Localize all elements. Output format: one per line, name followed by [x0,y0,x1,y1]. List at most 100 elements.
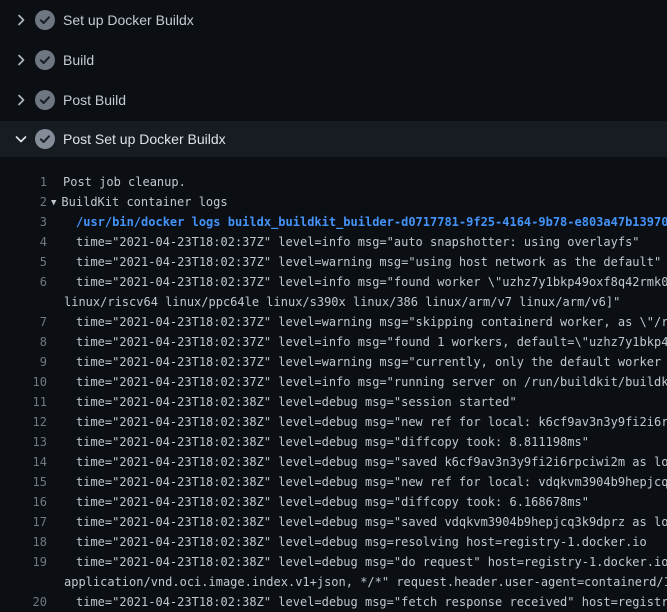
log-line-message: BuildKit container logs [61,195,227,209]
log-line-text: time="2021-04-23T18:02:37Z" level=info m… [47,272,667,292]
log-line-number[interactable]: 17 [0,512,47,532]
log-line-message: time="2021-04-23T18:02:38Z" level=debug … [76,475,667,489]
log-line-text: time="2021-04-23T18:02:38Z" level=debug … [47,452,667,472]
chevron-right-icon [13,92,29,108]
log-line: 11 time="2021-04-23T18:02:38Z" level=deb… [0,392,667,412]
step-label: Build [63,52,94,68]
log-line-text: time="2021-04-23T18:02:37Z" level=info m… [47,232,640,252]
check-circle-icon [35,50,55,70]
log-line-message: time="2021-04-23T18:02:38Z" level=debug … [76,535,647,549]
log-line-text: time="2021-04-23T18:02:37Z" level=info m… [47,372,667,392]
log-line-message: time="2021-04-23T18:02:37Z" level=warnin… [76,255,661,269]
log-line-number[interactable]: 11 [0,392,47,412]
log-line-number[interactable]: 9 [0,352,47,372]
log-line: 16 time="2021-04-23T18:02:38Z" level=deb… [0,492,667,512]
log-line-text: time="2021-04-23T18:02:38Z" level=debug … [47,412,667,432]
group-collapse-triangle-icon[interactable]: ▼ [51,193,56,213]
steps-list: Set up Docker Buildx Build Post Build Po… [0,0,667,157]
log-line-number[interactable]: 15 [0,472,47,492]
step-row-set-up-docker-buildx[interactable]: Set up Docker Buildx [0,0,667,40]
log-line: 9 time="2021-04-23T18:02:37Z" level=warn… [0,352,667,372]
step-row-build[interactable]: Build [0,40,667,80]
log-line-message: /usr/bin/docker logs buildx_buildkit_bui… [76,215,667,229]
log-line-message: time="2021-04-23T18:02:38Z" level=debug … [76,395,517,409]
log-line-text: time="2021-04-23T18:02:38Z" level=debug … [47,492,589,512]
log-line-text: ▼ BuildKit container logs [47,192,228,212]
log-line-text: time="2021-04-23T18:02:37Z" level=warnin… [47,312,667,332]
log-line-message: time="2021-04-23T18:02:37Z" level=info m… [76,335,667,349]
log-line-number[interactable]: 18 [0,532,47,552]
log-line-message: application/vnd.oci.image.index.v1+json,… [64,575,667,589]
log-line: 6 time="2021-04-23T18:02:37Z" level=info… [0,272,667,292]
log-line-message: time="2021-04-23T18:02:37Z" level=warnin… [76,355,667,369]
log-line: application/vnd.oci.image.index.v1+json,… [0,572,667,592]
log-line-message: time="2021-04-23T18:02:37Z" level=info m… [76,275,667,289]
chevron-down-icon [13,131,29,147]
log-line: 20 time="2021-04-23T18:02:38Z" level=deb… [0,592,667,612]
log-line-message: time="2021-04-23T18:02:37Z" level=info m… [76,375,667,389]
log-line-message: linux/riscv64 linux/ppc64le linux/s390x … [64,295,620,309]
log-line-number[interactable] [0,292,47,312]
log-line-number[interactable]: 16 [0,492,47,512]
log-line-message: time="2021-04-23T18:02:38Z" level=debug … [76,415,667,429]
check-circle-icon [35,129,55,149]
log-line: 8 time="2021-04-23T18:02:37Z" level=info… [0,332,667,352]
log-line-message: time="2021-04-23T18:02:38Z" level=debug … [76,495,589,509]
log-line-text: time="2021-04-23T18:02:38Z" level=debug … [47,532,647,552]
log-line-message: time="2021-04-23T18:02:38Z" level=debug … [76,515,667,529]
log-line: 1 Post job cleanup. [0,172,667,192]
step-label: Post Build [63,92,126,108]
log-line-number[interactable]: 10 [0,372,47,392]
log-line-number[interactable]: 13 [0,432,47,452]
log-line-text: time="2021-04-23T18:02:38Z" level=debug … [47,472,667,492]
log-line-number[interactable]: 19 [0,552,47,572]
log-line: 13 time="2021-04-23T18:02:38Z" level=deb… [0,432,667,452]
log-line-number[interactable]: 2 [0,192,47,212]
log-line-message: time="2021-04-23T18:02:37Z" level=warnin… [76,315,667,329]
log-line-message: time="2021-04-23T18:02:38Z" level=debug … [76,455,667,469]
step-row-post-set-up-docker-buildx[interactable]: Post Set up Docker Buildx [0,121,667,157]
log-line: 17 time="2021-04-23T18:02:38Z" level=deb… [0,512,667,532]
log-line-text: time="2021-04-23T18:02:37Z" level=info m… [47,332,667,352]
step-label: Set up Docker Buildx [63,12,194,28]
log-line-message: time="2021-04-23T18:02:37Z" level=info m… [76,235,640,249]
log-line-message: time="2021-04-23T18:02:38Z" level=debug … [76,435,589,449]
check-circle-icon [35,90,55,110]
log-line-text: time="2021-04-23T18:02:37Z" level=warnin… [47,352,667,372]
log-line-number[interactable] [0,572,47,592]
log-line-text: time="2021-04-23T18:02:38Z" level=debug … [47,552,667,572]
log-line: 19 time="2021-04-23T18:02:38Z" level=deb… [0,552,667,572]
log-output: 1 Post job cleanup. 2 ▼ BuildKit containe… [0,157,667,612]
log-line-text: time="2021-04-23T18:02:37Z" level=warnin… [47,252,661,272]
log-line: 3 /usr/bin/docker logs buildx_buildkit_b… [0,212,667,232]
log-line-number[interactable]: 8 [0,332,47,352]
log-line-text: linux/riscv64 linux/ppc64le linux/s390x … [47,292,620,312]
log-line: 15 time="2021-04-23T18:02:38Z" level=deb… [0,472,667,492]
log-line: 18 time="2021-04-23T18:02:38Z" level=deb… [0,532,667,552]
actions-log-viewer: { "colors": { "page_bg": "#0b0e13", "exp… [0,0,667,600]
log-line: linux/riscv64 linux/ppc64le linux/s390x … [0,292,667,312]
log-line: 14 time="2021-04-23T18:02:38Z" level=deb… [0,452,667,472]
log-line: 2 ▼ BuildKit container logs [0,192,667,212]
log-line-number[interactable]: 20 [0,592,47,612]
log-line: 12 time="2021-04-23T18:02:38Z" level=deb… [0,412,667,432]
log-line-text: time="2021-04-23T18:02:38Z" level=debug … [47,512,667,532]
log-line: 5 time="2021-04-23T18:02:37Z" level=warn… [0,252,667,272]
log-line: 10 time="2021-04-23T18:02:37Z" level=inf… [0,372,667,392]
log-line-number[interactable]: 5 [0,252,47,272]
log-line-text: time="2021-04-23T18:02:38Z" level=debug … [47,592,667,612]
step-row-post-build[interactable]: Post Build [0,80,667,120]
chevron-right-icon [13,52,29,68]
log-line-number[interactable]: 4 [0,232,47,252]
log-line-number[interactable]: 6 [0,272,47,292]
log-line: 7 time="2021-04-23T18:02:37Z" level=warn… [0,312,667,332]
log-line-number[interactable]: 1 [0,172,47,192]
log-line-text: Post job cleanup. [47,172,186,192]
log-line-message: Post job cleanup. [63,175,186,189]
log-line-number[interactable]: 3 [0,212,47,232]
log-line-text: time="2021-04-23T18:02:38Z" level=debug … [47,432,589,452]
log-line-number[interactable]: 7 [0,312,47,332]
log-line-number[interactable]: 14 [0,452,47,472]
chevron-right-icon [13,12,29,28]
log-line-number[interactable]: 12 [0,412,47,432]
